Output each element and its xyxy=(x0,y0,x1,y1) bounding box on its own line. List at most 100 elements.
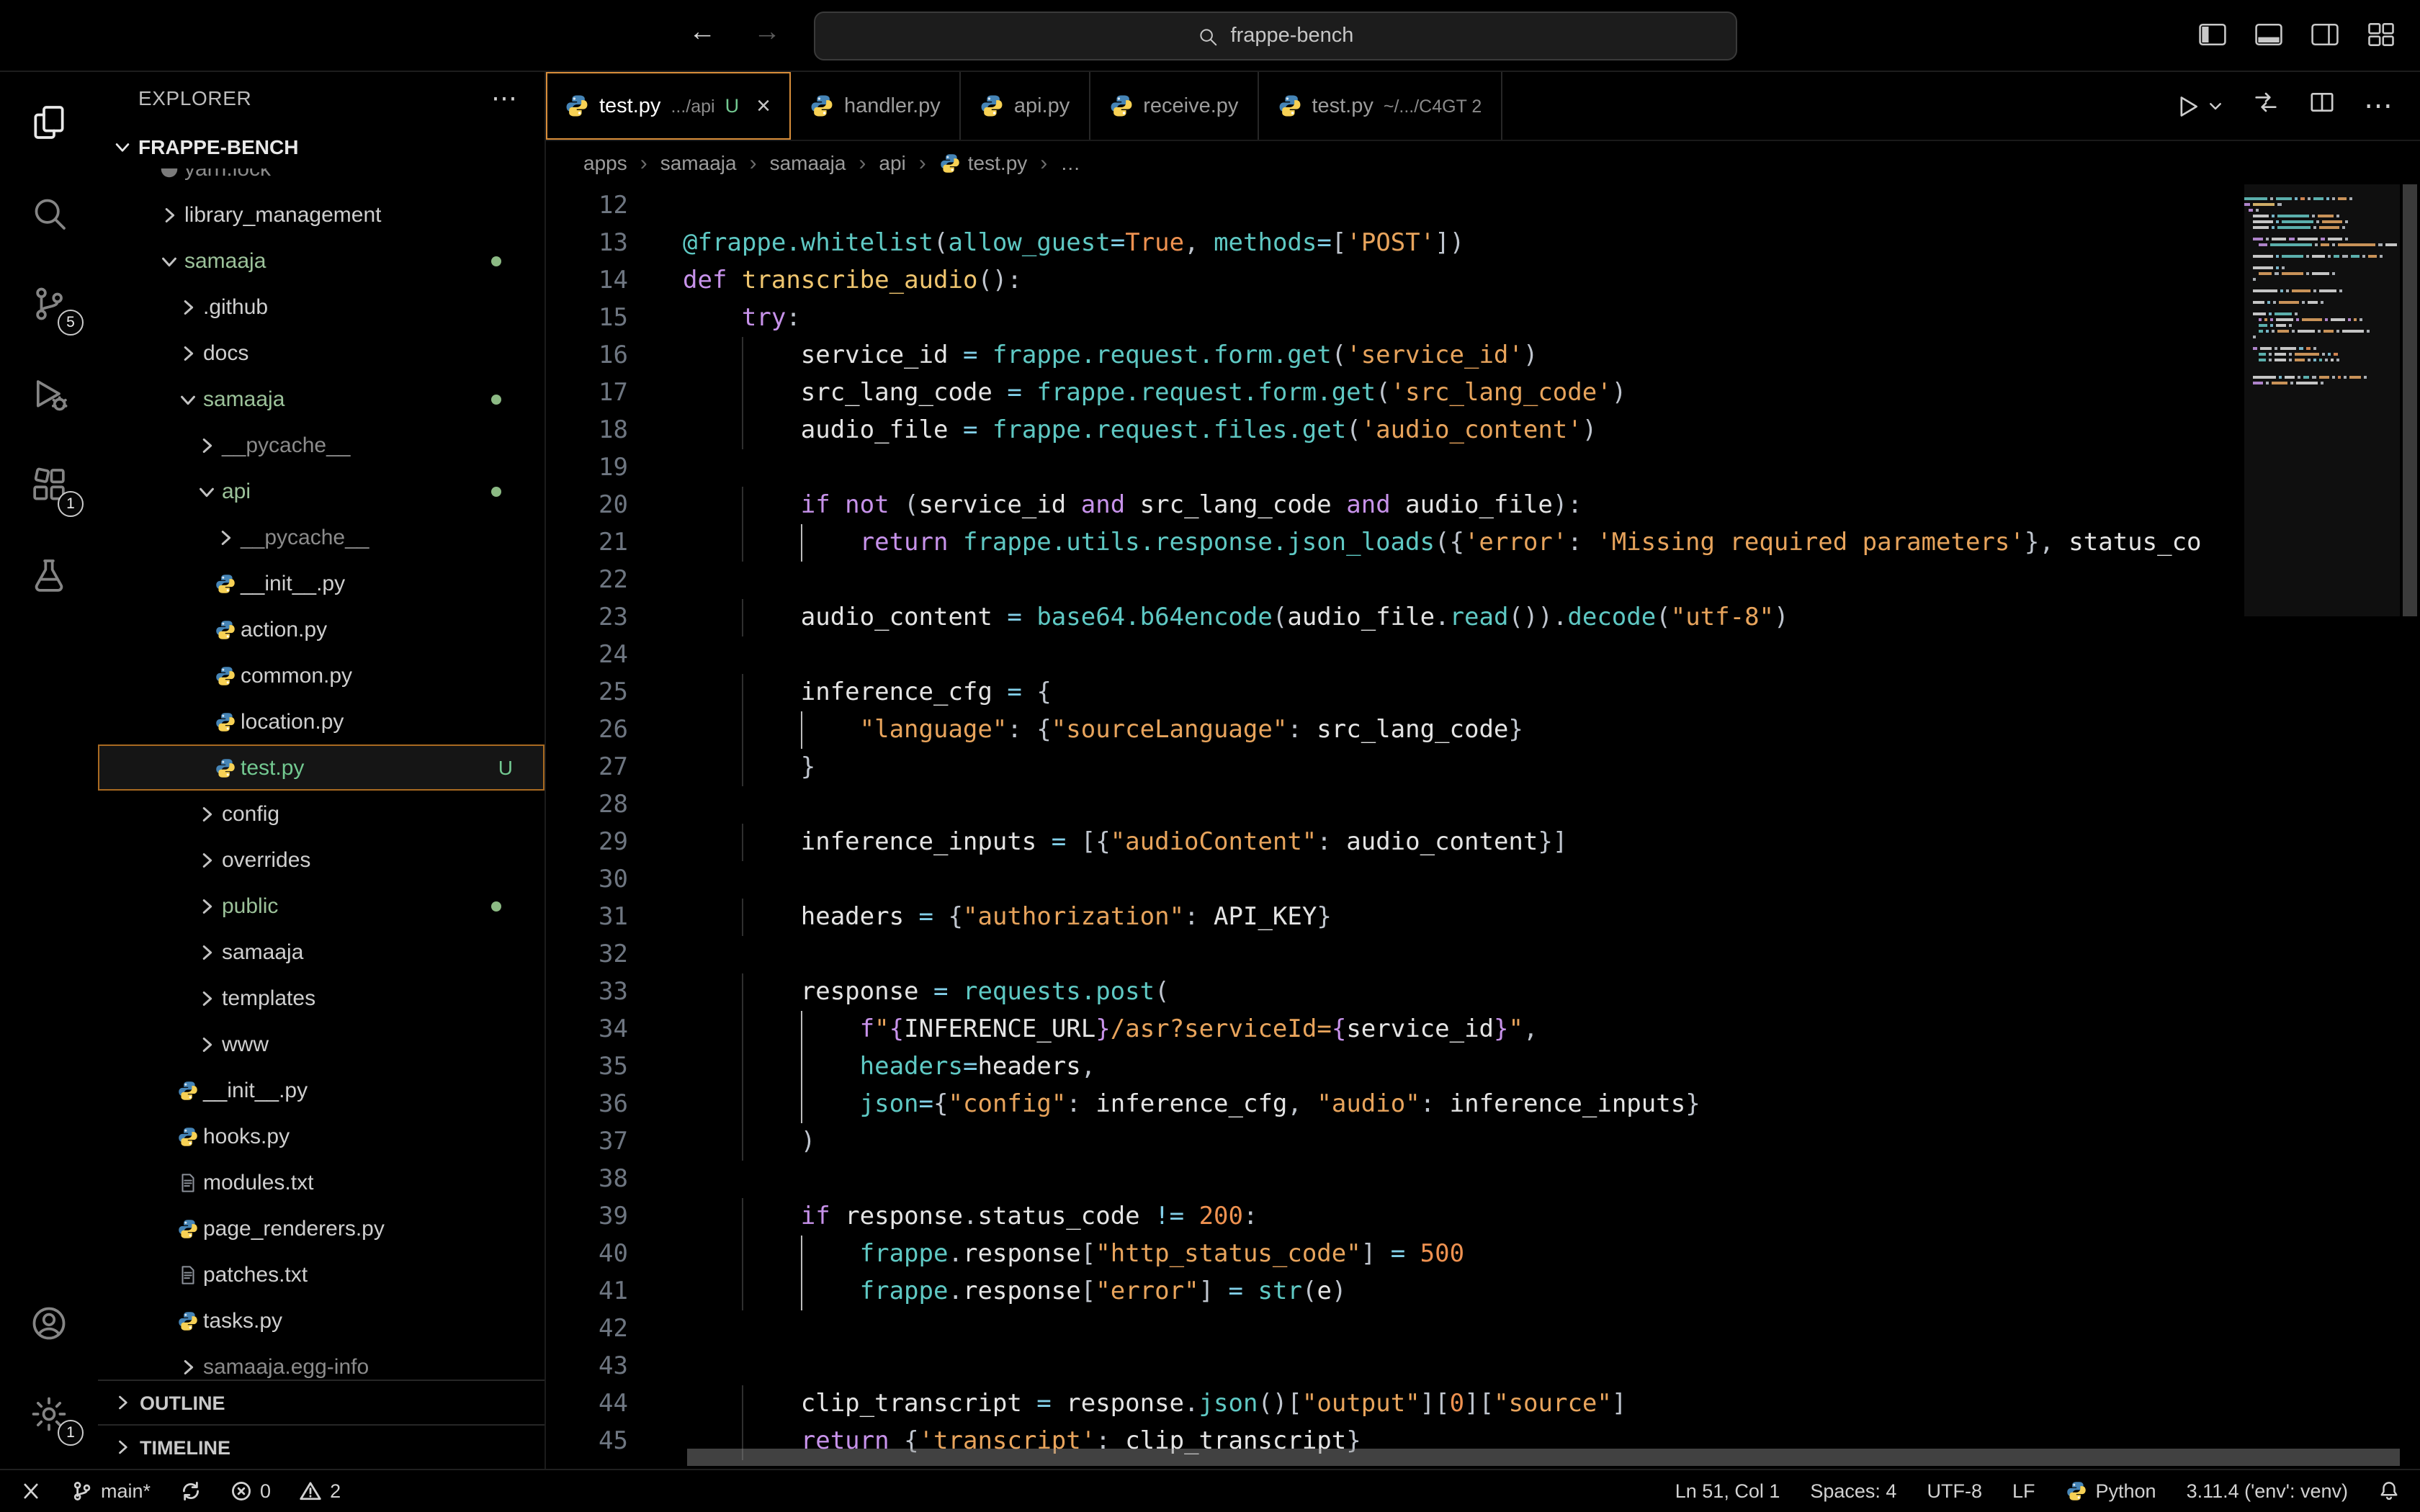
breadcrumb-item-apps[interactable]: apps xyxy=(583,151,627,174)
code-line-30[interactable]: 30 xyxy=(546,861,2236,899)
status-indentation[interactable]: Spaces: 4 xyxy=(1810,1480,1896,1502)
code-line-28[interactable]: 28 xyxy=(546,786,2236,824)
tree-item-patches.txt[interactable]: patches.txt xyxy=(98,1251,544,1297)
activity-extensions-button[interactable]: 1 xyxy=(13,449,85,521)
toggle-panel-button[interactable] xyxy=(2253,19,2285,58)
tree-item-common.py[interactable]: common.py xyxy=(98,652,544,698)
code-line-16[interactable]: 16service_id = frappe.request.form.get('… xyxy=(546,337,2236,374)
tree-item-action.py[interactable]: action.py xyxy=(98,606,544,652)
breadcrumb-item-…[interactable]: … xyxy=(1060,151,1080,174)
code-line-20[interactable]: 20if not (service_id and src_lang_code a… xyxy=(546,487,2236,524)
status-encoding[interactable]: UTF-8 xyxy=(1927,1480,1982,1502)
tab-api.py[interactable]: api.py xyxy=(961,72,1090,140)
code-line-14[interactable]: 14def transcribe_audio(): xyxy=(546,262,2236,300)
activity-explorer-button[interactable] xyxy=(13,86,85,158)
tree-item-__init__.py[interactable]: __init__.py xyxy=(98,1067,544,1113)
toggle-secondary-sidebar-button[interactable] xyxy=(2309,19,2341,58)
status-eol[interactable]: LF xyxy=(2012,1480,2035,1502)
breadcrumb-item-api[interactable]: api xyxy=(879,151,905,174)
code-line-12[interactable]: 12 xyxy=(546,187,2236,225)
code-line-33[interactable]: 33response = requests.post( xyxy=(546,973,2236,1011)
tab-test.py[interactable]: test.py.../apiU× xyxy=(546,72,791,140)
code-line-40[interactable]: 40frappe.response["http_status_code"] = … xyxy=(546,1236,2236,1273)
code-line-35[interactable]: 35headers=headers, xyxy=(546,1048,2236,1086)
horizontal-scrollbar-thumb[interactable] xyxy=(687,1449,2400,1466)
code-line-36[interactable]: 36json={"config": inference_cfg, "audio"… xyxy=(546,1086,2236,1123)
tree-item-api[interactable]: api xyxy=(98,468,544,514)
open-changes-button[interactable] xyxy=(2251,88,2280,124)
tree-item-samaaja.egg-info[interactable]: samaaja.egg-info xyxy=(98,1344,544,1380)
tree-item-modules.txt[interactable]: modules.txt xyxy=(98,1159,544,1205)
more-actions-button[interactable]: ⋯ xyxy=(2364,88,2394,124)
code-line-17[interactable]: 17src_lang_code = frappe.request.form.ge… xyxy=(546,374,2236,412)
code-line-41[interactable]: 41frappe.response["error"] = str(e) xyxy=(546,1273,2236,1310)
customize-layout-button[interactable] xyxy=(2365,19,2397,58)
status-language-mode[interactable]: Python xyxy=(2066,1480,2156,1502)
tree-item-library_management[interactable]: library_management xyxy=(98,192,544,238)
code-line-22[interactable]: 22 xyxy=(546,562,2236,599)
tree-item-__pycache__[interactable]: __pycache__ xyxy=(98,422,544,468)
run-python-file-button[interactable] xyxy=(2174,91,2224,120)
activity-settings-button[interactable]: 1 xyxy=(13,1378,85,1450)
activity-accounts-button[interactable] xyxy=(13,1287,85,1359)
code-line-39[interactable]: 39if response.status_code != 200: xyxy=(546,1198,2236,1236)
code-line-37[interactable]: 37) xyxy=(546,1123,2236,1161)
toggle-primary-sidebar-button[interactable] xyxy=(2197,19,2228,58)
command-center-search[interactable]: frappe-bench xyxy=(814,12,1737,60)
split-editor-button[interactable] xyxy=(2308,88,2336,124)
code-line-25[interactable]: 25inference_cfg = { xyxy=(546,674,2236,711)
breadcrumb-item-test.py[interactable]: test.py xyxy=(939,151,1028,174)
code-line-32[interactable]: 32 xyxy=(546,936,2236,973)
status-notifications[interactable] xyxy=(2378,1480,2400,1502)
status-problems-warnings[interactable]: 2 xyxy=(300,1480,341,1502)
activity-testing-button[interactable] xyxy=(13,540,85,612)
tree-item-.github[interactable]: .github xyxy=(98,284,544,330)
tree-item-templates[interactable]: templates xyxy=(98,975,544,1021)
tree-item-location.py[interactable]: location.py xyxy=(98,698,544,744)
code-line-38[interactable]: 38 xyxy=(546,1161,2236,1198)
close-tab-button[interactable]: × xyxy=(756,94,771,118)
activity-source-control-button[interactable]: 5 xyxy=(13,268,85,340)
tree-item-samaaja[interactable]: samaaja xyxy=(98,376,544,422)
breadcrumb-item-samaaja[interactable]: samaaja xyxy=(770,151,846,174)
tree-item-tasks.py[interactable]: tasks.py xyxy=(98,1297,544,1344)
code-line-34[interactable]: 34f"{INFERENCE_URL}/asr?serviceId={servi… xyxy=(546,1011,2236,1048)
tree-item-__pycache__[interactable]: __pycache__ xyxy=(98,514,544,560)
activity-search-button[interactable] xyxy=(13,177,85,249)
status-git-branch[interactable]: main* xyxy=(71,1480,151,1502)
back-button[interactable]: ← xyxy=(689,17,716,49)
tree-item-www[interactable]: www xyxy=(98,1021,544,1067)
code-line-18[interactable]: 18audio_file = frappe.request.files.get(… xyxy=(546,412,2236,449)
tree-item-docs[interactable]: docs xyxy=(98,330,544,376)
tree-item-overrides[interactable]: overrides xyxy=(98,837,544,883)
tab-handler.py[interactable]: handler.py xyxy=(791,72,961,140)
status-problems-errors[interactable]: 0 xyxy=(230,1480,271,1502)
code-line-29[interactable]: 29inference_inputs = [{"audioContent": a… xyxy=(546,824,2236,861)
tree-item-hooks.py[interactable]: hooks.py xyxy=(98,1113,544,1159)
code-line-44[interactable]: 44clip_transcript = response.json()["out… xyxy=(546,1385,2236,1423)
code-line-23[interactable]: 23audio_content = base64.b64encode(audio… xyxy=(546,599,2236,636)
tree-item-test.py[interactable]: test.pyU xyxy=(98,744,544,791)
code-line-24[interactable]: 24 xyxy=(546,636,2236,674)
tree-item-public[interactable]: public xyxy=(98,883,544,929)
tab-test.py[interactable]: test.py~/.../C4GT 2 xyxy=(1258,72,1502,140)
vertical-scrollbar-thumb[interactable] xyxy=(2403,184,2417,616)
code-line-42[interactable]: 42 xyxy=(546,1310,2236,1348)
tree-item-yarn.lock[interactable]: yarn.lock xyxy=(98,168,544,192)
code-line-15[interactable]: 15try: xyxy=(546,300,2236,337)
timeline-section-header[interactable]: TIMELINE xyxy=(98,1424,544,1469)
status-cursor-position[interactable]: Ln 51, Col 1 xyxy=(1675,1480,1780,1502)
code-line-43[interactable]: 43 xyxy=(546,1348,2236,1385)
activity-run-and-debug-button[interactable] xyxy=(13,359,85,431)
vertical-scrollbar[interactable] xyxy=(2400,184,2420,1469)
status-python-interpreter[interactable]: 3.11.4 ('env': venv) xyxy=(2187,1480,2348,1502)
tree-item-__init__.py[interactable]: __init__.py xyxy=(98,560,544,606)
code-line-27[interactable]: 27} xyxy=(546,749,2236,786)
breadcrumb-item-samaaja[interactable]: samaaja xyxy=(660,151,737,174)
views-more-actions-button[interactable]: ⋯ xyxy=(491,83,519,113)
code-editor[interactable]: 1213@frappe.whitelist(allow_guest=True, … xyxy=(546,184,2420,1469)
minimap[interactable] xyxy=(2244,184,2400,1469)
code-line-21[interactable]: 21return frappe.utils.response.json_load… xyxy=(546,524,2236,562)
tree-item-samaaja[interactable]: samaaja xyxy=(98,929,544,975)
code-line-26[interactable]: 26"language": {"sourceLanguage": src_lan… xyxy=(546,711,2236,749)
